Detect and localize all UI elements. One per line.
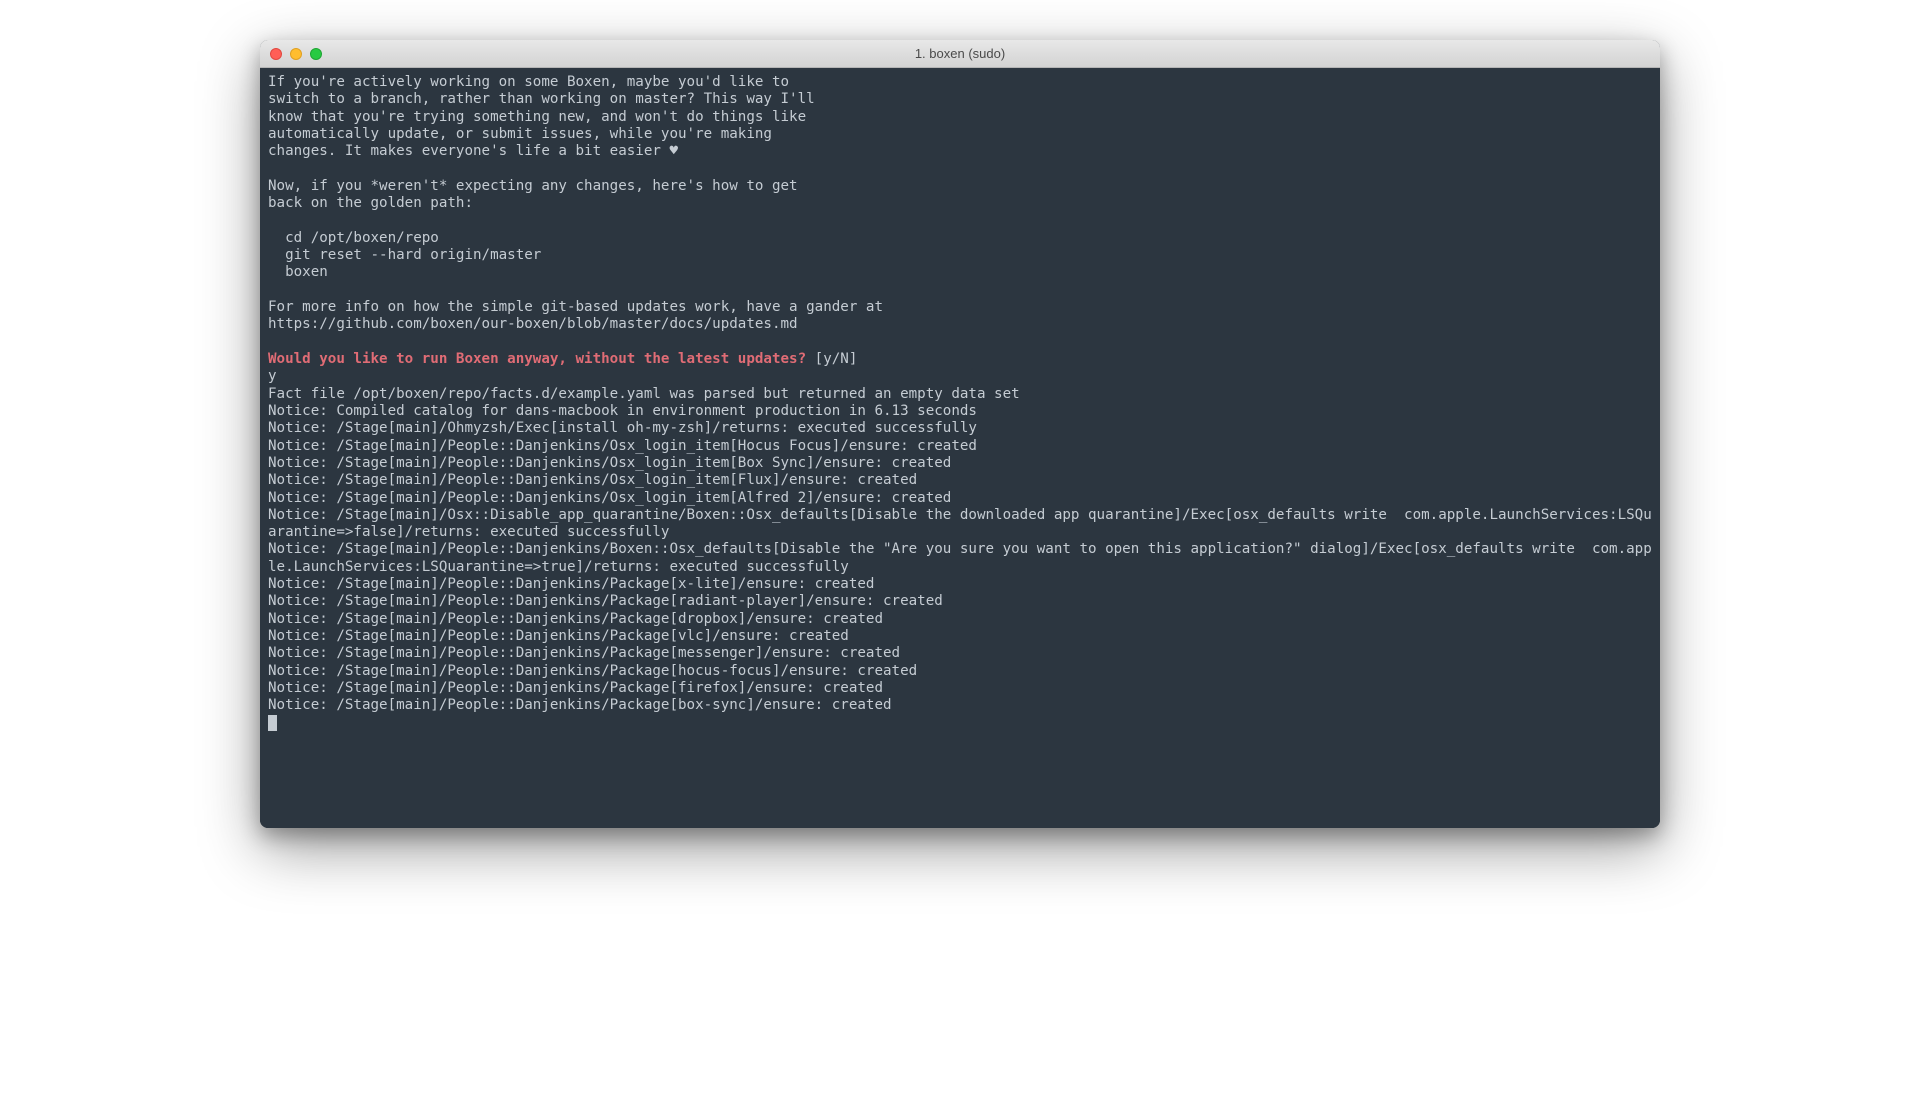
terminal-cursor [268, 715, 277, 731]
window-title: 1. boxen (sudo) [915, 46, 1005, 61]
minimize-button[interactable] [290, 48, 302, 60]
window-titlebar[interactable]: 1. boxen (sudo) [260, 40, 1660, 68]
close-button[interactable] [270, 48, 282, 60]
traffic-lights [270, 48, 322, 60]
maximize-button[interactable] [310, 48, 322, 60]
prompt-question: Would you like to run Boxen anyway, with… [268, 351, 806, 367]
user-input: y [268, 368, 277, 384]
terminal-window: 1. boxen (sudo) If you're actively worki… [260, 40, 1660, 828]
terminal-output[interactable]: If you're actively working on some Boxen… [260, 68, 1660, 828]
